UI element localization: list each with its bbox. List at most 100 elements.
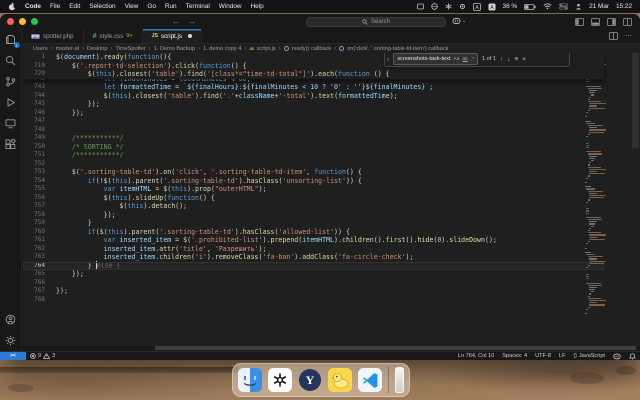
more-actions-icon[interactable]: ⋯ [625,32,632,40]
line-number[interactable]: 761 [23,236,56,245]
apple-menu-icon[interactable] [8,2,16,11]
menu-item-edit[interactable]: Edit [69,3,80,10]
zoom-window-button[interactable] [31,18,38,25]
code-line-764[interactable]: 764 } else { [23,262,604,271]
code-line-729[interactable]: 729 $(this).closest('table').find('[clas… [23,70,604,79]
chatgpt-dock-icon[interactable] [268,368,292,392]
input-source-menu-extra-icon[interactable]: A [488,3,496,11]
breadcrumb-item[interactable]: script.js [257,46,276,52]
minimize-window-button[interactable] [19,18,26,25]
line-number[interactable]: 752 [23,160,56,169]
close-find-button[interactable]: × [522,56,526,63]
code-line-765[interactable]: 765 }); [23,270,604,279]
menu-date[interactable]: 21 Mar [589,3,609,10]
line-number[interactable]: 710 [23,62,56,71]
vertical-scrollbar[interactable] [632,53,639,148]
keyboard-input-menu-extra-icon[interactable]: A [473,3,481,11]
forward-button[interactable]: → [188,17,196,26]
menu-item-view[interactable]: View [125,3,139,10]
line-number[interactable]: 743 [23,83,56,92]
encoding-status[interactable]: UTF-8 [531,353,555,359]
code-line-763[interactable]: 763 inserted_item.children('i').removeCl… [23,253,604,262]
menu-item-help[interactable]: Help [251,3,264,10]
breadcrumb-item[interactable]: 1. demo copy 4 [203,46,241,52]
regex-icon[interactable]: .* [471,57,474,62]
line-number[interactable]: 753 [23,168,56,177]
user-menu-icon[interactable] [575,3,582,10]
code-line-751[interactable]: 751 /***********/ [23,151,604,160]
line-number[interactable]: 763 [23,253,56,262]
find-previous-button[interactable]: ↑ [500,56,503,63]
problems-indicator[interactable]: 9 3 [26,353,59,359]
settings-gear-icon[interactable] [0,330,22,351]
code-line-755[interactable]: 755 var itemHTML = $(this).prop("outerHT… [23,185,604,194]
run-debug-view-icon[interactable] [0,92,22,113]
line-number[interactable]: 754 [23,177,56,186]
code-line-758[interactable]: 758 }); [23,211,604,220]
command-center-search[interactable]: Search [306,17,446,27]
menu-item-selection[interactable]: Selection [89,3,115,10]
line-number[interactable]: 755 [23,185,56,194]
y-browser-dock-icon[interactable]: Y [298,368,322,392]
code-line-747[interactable]: 747 [23,117,604,126]
breadcrumb-item[interactable]: on('click', '.sorting-table-td-item') ca… [347,46,448,52]
breadcrumb-item[interactable]: Users [33,46,48,52]
gear-menu-extra-icon[interactable] [459,3,466,10]
breadcrumb-item[interactable]: master-al [56,46,79,52]
accounts-icon[interactable] [0,309,22,330]
code-line-756[interactable]: 756 $(this).slideUp(function() { [23,194,604,203]
extensions-view-icon[interactable] [0,134,22,155]
line-number[interactable]: 749 [23,134,56,143]
tab-script-js[interactable]: JSscript.js [143,29,202,43]
tab-spotter-php[interactable]: phpspotter.php [22,29,84,43]
line-number[interactable]: 765 [23,270,56,279]
line-number[interactable]: 756 [23,194,56,203]
settings-flower-menu-extra-icon[interactable] [445,3,452,10]
control-center-icon[interactable] [559,3,568,10]
code-lines[interactable]: 742 let finalMinutes = totalMinutes % 60… [23,75,604,305]
line-number[interactable]: 745 [23,100,56,109]
code-line-744[interactable]: 744 $(this).closest('table').find('.'+cl… [23,92,604,101]
breadcrumb-item[interactable]: Desktop [87,46,108,52]
copilot-status-icon[interactable] [609,353,625,360]
line-number[interactable]: 757 [23,202,56,211]
battery-icon[interactable] [524,4,536,10]
line-number[interactable]: 758 [23,211,56,220]
menu-item-terminal[interactable]: Terminal [186,3,210,10]
cyberduck-dock-icon[interactable] [328,368,352,392]
code-line-766[interactable]: 766 [23,279,604,288]
code-line-753[interactable]: 753 $('.sorting-table-td').on('click', '… [23,168,604,177]
line-number[interactable]: 760 [23,228,56,237]
code-line-749[interactable]: 749 /***********/ [23,134,604,143]
line-number[interactable]: 759 [23,219,56,228]
code-editor[interactable]: 742 let finalMinutes = totalMinutes % 60… [23,53,640,346]
toggle-primary-sidebar-icon[interactable] [575,18,584,26]
code-line-768[interactable]: 768 [23,296,604,305]
find-in-selection-button[interactable]: ≡ [514,56,518,63]
indentation-status[interactable]: Spaces: 4 [498,353,531,359]
code-line-760[interactable]: 760 if($(this).parent('.sorting-table-td… [23,228,604,237]
line-number[interactable]: 729 [23,70,56,79]
toggle-replace-chevron-icon[interactable]: › [387,56,389,63]
battery-percentage[interactable]: 36 % [503,3,518,10]
tab-style-css[interactable]: #style.css9+ [84,29,143,43]
search-view-icon[interactable] [0,50,22,71]
remote-indicator[interactable]: >< [0,352,26,360]
code-line-745[interactable]: 745 }); [23,100,604,109]
menu-app-name[interactable]: Code [25,3,41,10]
code-line-746[interactable]: 746 }); [23,109,604,118]
horizontal-scrollbar[interactable] [155,346,636,350]
code-line-757[interactable]: 757 $(this).detach(); [23,202,604,211]
breadcrumb-item[interactable]: TimeSpotter [115,46,145,52]
cursor-position-status[interactable]: Ln 764, Col 10 [454,353,498,359]
line-number[interactable]: 767 [23,287,56,296]
globe-menu-extra-icon[interactable] [431,3,438,10]
back-button[interactable]: ← [172,17,180,26]
line-number[interactable]: 746 [23,109,56,118]
display-menu-extra-icon[interactable] [417,3,424,10]
code-line-759[interactable]: 759 } [23,219,604,228]
tab-dirty-indicator[interactable] [188,34,192,38]
language-mode-status[interactable]: {}JavaScript [570,353,609,359]
line-number[interactable]: 744 [23,92,56,101]
trash-dock-icon[interactable] [395,367,404,393]
